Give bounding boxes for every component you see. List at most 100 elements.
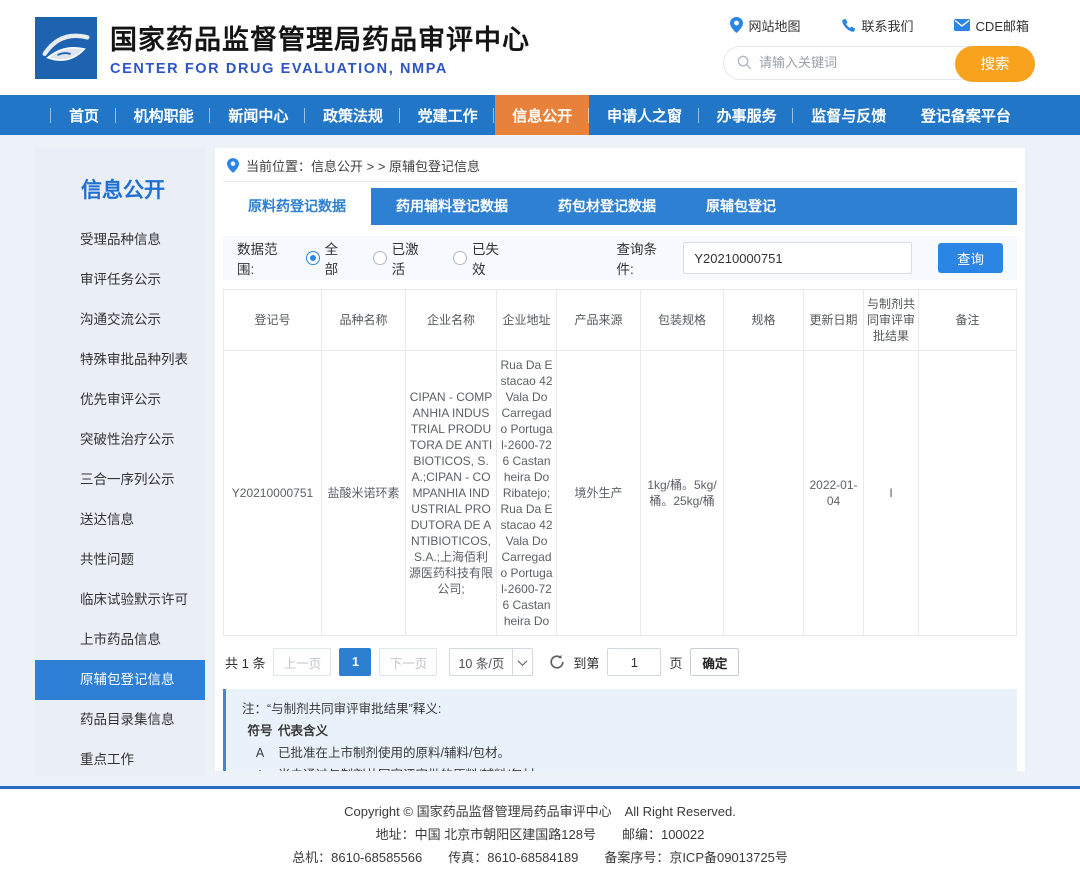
cde-logo-icon bbox=[35, 17, 97, 79]
tab[interactable]: 药用辅料登记数据 bbox=[371, 188, 533, 225]
sidebar-item[interactable]: 优先审评公示 bbox=[35, 380, 205, 420]
sidebar-item[interactable]: 三合一序列公示 bbox=[35, 460, 205, 500]
nav-item[interactable]: 监督与反馈 bbox=[794, 95, 903, 135]
page-size-label: 10 条/页 bbox=[458, 653, 504, 672]
nav-item-label: 政策法规 bbox=[323, 105, 383, 126]
sidebar-item[interactable]: 特殊审批品种列表 bbox=[35, 340, 205, 380]
sidebar-item[interactable]: 受理品种信息 bbox=[35, 220, 205, 260]
sidebar-item-label: 特殊审批品种列表 bbox=[80, 352, 188, 367]
table-header-cell: 登记号 bbox=[224, 290, 322, 351]
radio-icon bbox=[453, 251, 467, 265]
sidebar-item-label: 审评任务公示 bbox=[80, 272, 161, 287]
mail-icon bbox=[954, 19, 970, 31]
sitemap-link[interactable]: 网站地图 bbox=[730, 16, 801, 35]
nav-item[interactable]: 党建工作 bbox=[401, 95, 495, 135]
sidebar-item-label: 上市药品信息 bbox=[80, 632, 161, 647]
radio-icon bbox=[373, 251, 387, 265]
nav-item[interactable]: 信息公开 bbox=[495, 95, 589, 135]
tab[interactable]: 药包材登记数据 bbox=[533, 188, 681, 225]
sidebar-item[interactable]: 共性问题 bbox=[35, 540, 205, 580]
refresh-icon[interactable] bbox=[549, 654, 565, 670]
table-cell: 境外生产 bbox=[557, 351, 641, 636]
table-header-row: 登记号品种名称企业名称企业地址产品来源包装规格规格更新日期与制剂共同审评审批结果… bbox=[224, 290, 1017, 351]
table-cell-text: I bbox=[867, 485, 915, 501]
nav-item[interactable]: 申请人之窗 bbox=[590, 95, 699, 135]
brand: 国家药品监督管理局药品审评中心 CENTER FOR DRUG EVALUATI… bbox=[35, 17, 530, 79]
nav-item[interactable]: 政策法规 bbox=[306, 95, 400, 135]
nav-item[interactable]: 登记备案平台 bbox=[904, 95, 1028, 135]
sidebar-item[interactable]: 原辅包登记信息 bbox=[35, 660, 205, 700]
sidebar-item[interactable]: 审评任务公示 bbox=[35, 260, 205, 300]
sidebar-item[interactable]: 上市药品信息 bbox=[35, 620, 205, 660]
page: 国家药品监督管理局药品审评中心 CENTER FOR DRUG EVALUATI… bbox=[0, 0, 1080, 869]
sidebar-item-label: 优先审评公示 bbox=[80, 392, 161, 407]
goto-prefix-label: 到第 bbox=[573, 653, 599, 672]
note-symbol-header: 符号 bbox=[242, 720, 278, 742]
table-header-text: 与制剂共同审评审批结果 bbox=[867, 297, 915, 343]
page-size-select[interactable]: 10 条/页 bbox=[449, 648, 533, 676]
nav-item-label: 监督与反馈 bbox=[811, 105, 886, 126]
location-pin-icon bbox=[730, 17, 743, 33]
table-cell: CIPAN - COMPANHIA INDUSTRIAL PRODUTORA D… bbox=[406, 351, 497, 636]
tab[interactable]: 原辅包登记 bbox=[681, 188, 801, 225]
radio-icon bbox=[306, 251, 320, 265]
nav-item[interactable]: 首页 bbox=[52, 95, 116, 135]
sidebar-item-label: 三合一序列公示 bbox=[80, 472, 175, 487]
main-area: 信息公开 受理品种信息审评任务公示沟通交流公示特殊审批品种列表优先审评公示突破性… bbox=[0, 135, 1080, 786]
footer: Copyright © 国家药品监督管理局药品审评中心 All Right Re… bbox=[0, 786, 1080, 869]
page-number-button[interactable]: 1 bbox=[339, 648, 371, 676]
note-header: 符号代表含义 bbox=[242, 720, 1001, 742]
cde-mail-link[interactable]: CDE邮箱 bbox=[954, 16, 1029, 35]
results-table: 登记号品种名称企业名称企业地址产品来源包装规格规格更新日期与制剂共同审评审批结果… bbox=[223, 289, 1017, 636]
sidebar-item-label: 沟通交流公示 bbox=[80, 312, 161, 327]
sidebar-item[interactable]: 突破性治疗公示 bbox=[35, 420, 205, 460]
sidebar-item-label: 送达信息 bbox=[80, 512, 134, 527]
sidebar-item[interactable]: 送达信息 bbox=[35, 500, 205, 540]
radio-label: 全部 bbox=[325, 238, 351, 278]
confirm-button[interactable]: 确定 bbox=[690, 648, 739, 676]
nav-item-label: 新闻中心 bbox=[228, 105, 288, 126]
sidebar-item[interactable]: 重点工作 bbox=[35, 740, 205, 780]
scope-radio-option[interactable]: 全部 bbox=[306, 238, 351, 278]
scope-radio-option[interactable]: 已激活 bbox=[373, 238, 431, 278]
query-label: 查询条件: bbox=[617, 238, 674, 278]
query-input[interactable] bbox=[683, 242, 912, 274]
table-cell-text: 2022-01-04 bbox=[807, 477, 860, 509]
nav-item[interactable]: 新闻中心 bbox=[211, 95, 305, 135]
note-items: A已批准在上市制剂使用的原料/辅料/包材。 I尚未通过与制剂共同审评审批的原料/… bbox=[242, 742, 1001, 771]
table-cell: Rua Da Estacao 42 Vala Do Carregado Port… bbox=[497, 351, 557, 636]
query-button[interactable]: 查询 bbox=[938, 243, 1003, 273]
tab[interactable]: 原料药登记数据 bbox=[223, 188, 371, 225]
table-header-text: 备注 bbox=[955, 313, 979, 327]
site-search-input[interactable] bbox=[759, 55, 950, 70]
sidebar-item[interactable]: 药品目录集信息 bbox=[35, 700, 205, 740]
table-header-cell: 备注 bbox=[919, 290, 1017, 351]
nav-item-label: 机构职能 bbox=[134, 105, 194, 126]
table-cell: 1kg/桶。5kg/桶。25kg/桶 bbox=[641, 351, 724, 636]
nav-item[interactable]: 办事服务 bbox=[700, 95, 794, 135]
scope-radio-option[interactable]: 已失效 bbox=[453, 238, 511, 278]
sidebar-item[interactable]: 沟通交流公示 bbox=[35, 300, 205, 340]
sidebar-item-label: 受理品种信息 bbox=[80, 232, 161, 247]
prev-page-button[interactable]: 上一页 bbox=[273, 648, 331, 676]
breadcrumb: 当前位置：信息公开 > > 原辅包登记信息 bbox=[223, 150, 1017, 182]
table-cell bbox=[919, 351, 1017, 636]
table-header-cell: 产品来源 bbox=[557, 290, 641, 351]
nav-item-label: 信息公开 bbox=[512, 105, 572, 126]
nav-item[interactable]: 机构职能 bbox=[117, 95, 211, 135]
scope-radio-group: 全部 已激活 已失效 bbox=[306, 238, 512, 278]
site-search-button[interactable]: 搜索 bbox=[955, 46, 1035, 82]
next-page-button[interactable]: 下一页 bbox=[379, 648, 437, 676]
tab-label: 原料药登记数据 bbox=[248, 198, 346, 214]
note-item: A已批准在上市制剂使用的原料/辅料/包材。 bbox=[242, 742, 1001, 764]
table-header-cell: 企业地址 bbox=[497, 290, 557, 351]
cde-mail-label: CDE邮箱 bbox=[976, 16, 1029, 35]
tab-bar: 原料药登记数据 药用辅料登记数据药包材登记数据原辅包登记 bbox=[223, 188, 1017, 225]
filter-bar: 数据范围: 全部 已激活 bbox=[223, 236, 1017, 280]
table-header-text: 企业名称 bbox=[427, 313, 475, 327]
footer-line: Copyright © 国家药品监督管理局药品审评中心 All Right Re… bbox=[0, 800, 1080, 823]
sidebar-item[interactable]: 临床试验默示许可 bbox=[35, 580, 205, 620]
note-meaning-header: 代表含义 bbox=[278, 724, 328, 738]
goto-page-input[interactable] bbox=[607, 648, 661, 676]
contact-link[interactable]: 联系我们 bbox=[841, 16, 914, 35]
